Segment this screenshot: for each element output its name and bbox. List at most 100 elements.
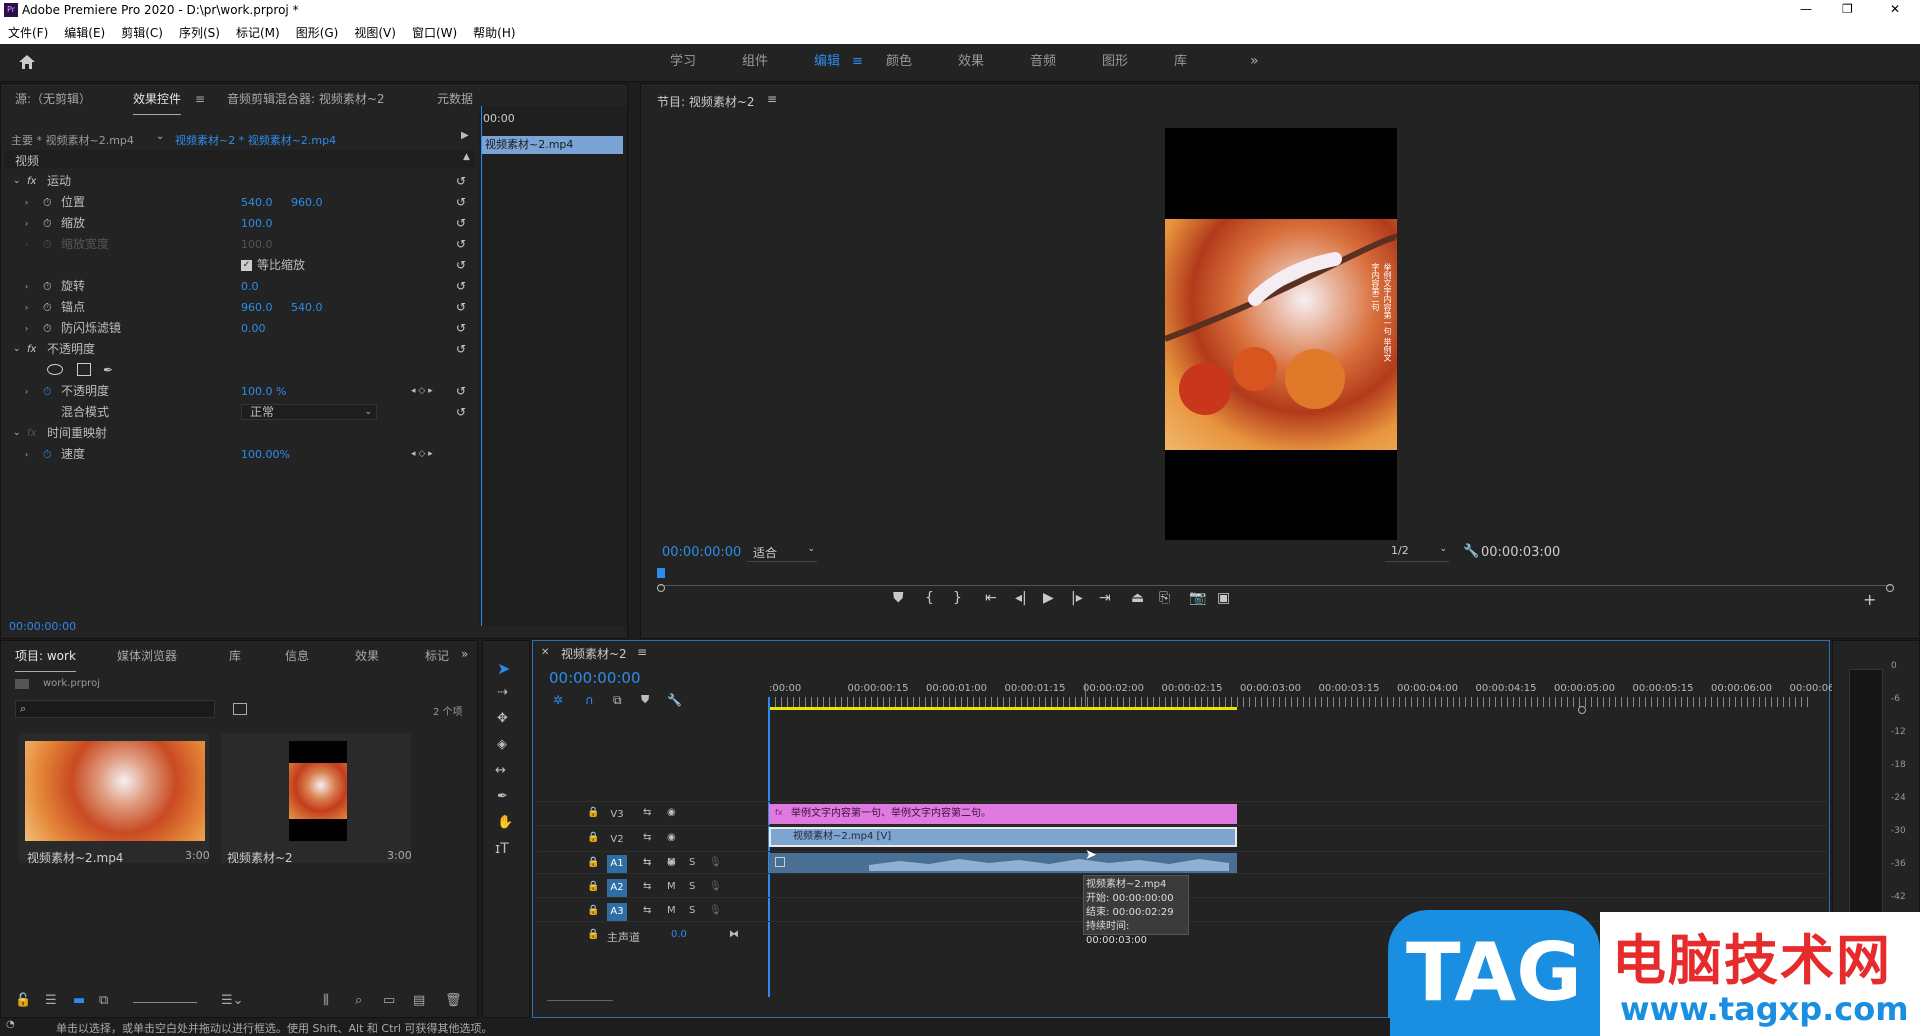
workspace-tab[interactable]: 图形	[1102, 44, 1128, 80]
reset-icon[interactable]: ↺	[456, 381, 466, 402]
find-icon[interactable]: ⌕	[355, 993, 362, 1008]
effect-row[interactable]: › ⏱ 位置 540.0 960.0 ↺	[1, 192, 471, 213]
new-item-icon[interactable]: ▤	[413, 993, 425, 1008]
effect-row[interactable]: ⌄ fx 时间重映射	[1, 423, 471, 444]
reset-icon[interactable]: ↺	[456, 213, 466, 234]
menu-item[interactable]: 标记(M)	[228, 22, 288, 44]
workspace-tab[interactable]: 音频	[1030, 44, 1056, 80]
master-clip-label[interactable]: 主要 * 视频素材~2.mp4	[11, 132, 134, 148]
work-area-bar[interactable]	[769, 707, 1237, 710]
menu-item[interactable]: 视图(V)	[346, 22, 404, 44]
home-icon[interactable]	[18, 54, 36, 70]
pen-mask-icon[interactable]: ✒	[103, 360, 113, 381]
stopwatch-icon[interactable]: ⏱	[43, 318, 52, 339]
effect-row[interactable]: ⌄ fx 不透明度 ↺	[1, 339, 471, 360]
rect-mask-icon[interactable]	[77, 363, 91, 376]
reset-icon[interactable]: ↺	[456, 234, 466, 255]
effect-timecode[interactable]: 00:00:00:00	[9, 620, 76, 633]
video-track-header[interactable]: 🔒 V3 ⇆ ◉	[537, 803, 763, 827]
compare-view-icon[interactable]: ▣	[1217, 590, 1230, 606]
play-icon[interactable]: ▶	[1043, 590, 1054, 606]
property-value[interactable]: 960.0	[241, 297, 273, 318]
list-view-icon[interactable]: ☰	[45, 993, 57, 1008]
expand-right-icon[interactable]: ›	[25, 444, 28, 465]
timeline-close-icon[interactable]: ✕	[541, 647, 549, 658]
program-scrubber[interactable]	[657, 568, 1891, 586]
master-volume-value[interactable]: 0.0	[671, 929, 687, 940]
fit-select[interactable]: 适合 ⌄	[747, 544, 817, 562]
solo-button[interactable]: S	[689, 857, 695, 868]
program-timecode[interactable]: 00:00:00:00	[662, 545, 741, 560]
stopwatch-icon[interactable]: ⏱	[43, 444, 52, 465]
go-to-out-icon[interactable]: ⇥	[1099, 590, 1111, 606]
effect-row[interactable]: 混合模式 正常 ⌄ ↺	[1, 402, 471, 423]
project-tab[interactable]: 库	[229, 641, 241, 671]
hand-tool-icon[interactable]: ✋	[497, 815, 513, 830]
lift-icon[interactable]: ⏏	[1131, 590, 1144, 606]
sequence-clip-label[interactable]: 视频素材~2 * 视频素材~2.mp4	[175, 132, 336, 148]
workspace-tab[interactable]: 编辑	[814, 44, 840, 80]
ellipse-mask-icon[interactable]	[47, 364, 63, 375]
razor-tool-icon[interactable]: ◈	[497, 737, 507, 752]
property-value[interactable]: 0.00	[241, 318, 266, 339]
snap-icon[interactable]: ✲	[553, 693, 563, 707]
project-search-input[interactable]: ⌕	[15, 700, 215, 718]
stopwatch-icon[interactable]: ⏱	[43, 381, 52, 402]
fx-badge-icon[interactable]: fx	[27, 339, 36, 360]
expand-chevron-icon[interactable]: ⌄	[13, 171, 21, 192]
menu-item[interactable]: 剪辑(C)	[113, 22, 171, 44]
reset-icon[interactable]: ↺	[456, 402, 466, 423]
property-value[interactable]: 100.0	[241, 234, 273, 255]
reset-icon[interactable]: ↺	[456, 192, 466, 213]
track-target-label[interactable]: V2	[607, 832, 627, 848]
text-clip[interactable]: 举例文字内容第一句、举例文字内容第二句。	[769, 804, 1237, 824]
button-editor-plus-icon[interactable]: +	[1863, 590, 1876, 609]
playhead-marker-icon[interactable]	[657, 568, 665, 578]
expand-right-icon[interactable]: ›	[25, 276, 28, 297]
sort-icon[interactable]: ☰⌄	[221, 993, 244, 1008]
lock-icon[interactable]: 🔒	[587, 807, 599, 818]
mute-button[interactable]: M	[667, 881, 676, 892]
timeline-menu-icon[interactable]: ≡	[637, 645, 647, 659]
workspace-tab[interactable]: 效果	[958, 44, 984, 80]
horizontal-scrollbar[interactable]	[547, 993, 613, 1001]
reset-icon[interactable]: ↺	[456, 297, 466, 318]
maximize-button[interactable]: ❐	[1842, 2, 1853, 16]
step-back-icon[interactable]: ◂|	[1015, 590, 1027, 606]
selection-tool-icon[interactable]: ➤	[497, 659, 510, 678]
trash-icon[interactable]: 🗑	[445, 993, 462, 1008]
close-button[interactable]: ✕	[1890, 2, 1900, 16]
reset-icon[interactable]: ↺	[456, 318, 466, 339]
property-value-2[interactable]: 960.0	[291, 192, 323, 213]
slip-tool-icon[interactable]: ↔	[495, 763, 506, 778]
mark-in-icon[interactable]: {	[925, 590, 934, 606]
effect-row[interactable]: ✓ 等比缩放 ↺	[1, 255, 471, 276]
fx-badge-icon[interactable]: fx	[27, 423, 36, 444]
expand-right-icon[interactable]: ›	[25, 192, 28, 213]
lock-icon[interactable]: 🔒	[587, 881, 599, 892]
playhead[interactable]	[768, 697, 770, 997]
keyframe-nav-icon[interactable]: ◂ ◇ ▸	[411, 381, 433, 402]
project-tab[interactable]: 效果	[355, 641, 379, 671]
track-target-label[interactable]: A1	[607, 855, 627, 873]
marker-icon[interactable]: ⛊	[641, 693, 649, 707]
new-bin-icon[interactable]: ▭	[383, 993, 395, 1008]
timeline-title[interactable]: 视频素材~2	[561, 645, 627, 662]
track-target-label[interactable]: A2	[607, 879, 627, 897]
project-item-clip[interactable]: 视频素材~2.mp4 3:00	[19, 733, 210, 865]
lock-icon[interactable]: 🔓	[15, 993, 31, 1008]
project-tab[interactable]: 媒体浏览器	[117, 641, 177, 671]
menu-item[interactable]: 文件(F)	[0, 22, 56, 44]
pen-tool-icon[interactable]: ✒	[497, 789, 508, 804]
chevron-down-icon[interactable]: ⌄	[156, 131, 164, 142]
reset-icon[interactable]: ↺	[456, 276, 466, 297]
playhead-line[interactable]	[481, 106, 482, 626]
stopwatch-icon[interactable]: ⏱	[43, 234, 52, 255]
icon-view-icon[interactable]: ▬	[73, 993, 85, 1008]
step-forward-icon[interactable]: |▸	[1071, 590, 1083, 606]
uniform-scale-checkbox[interactable]: ✓	[241, 260, 252, 271]
resolution-select[interactable]: 1/2 ⌄	[1385, 544, 1449, 562]
expand-right-icon[interactable]: ›	[25, 213, 28, 234]
automate-icon[interactable]: ⫼	[323, 993, 329, 1008]
project-more-icon[interactable]: »	[461, 647, 468, 661]
